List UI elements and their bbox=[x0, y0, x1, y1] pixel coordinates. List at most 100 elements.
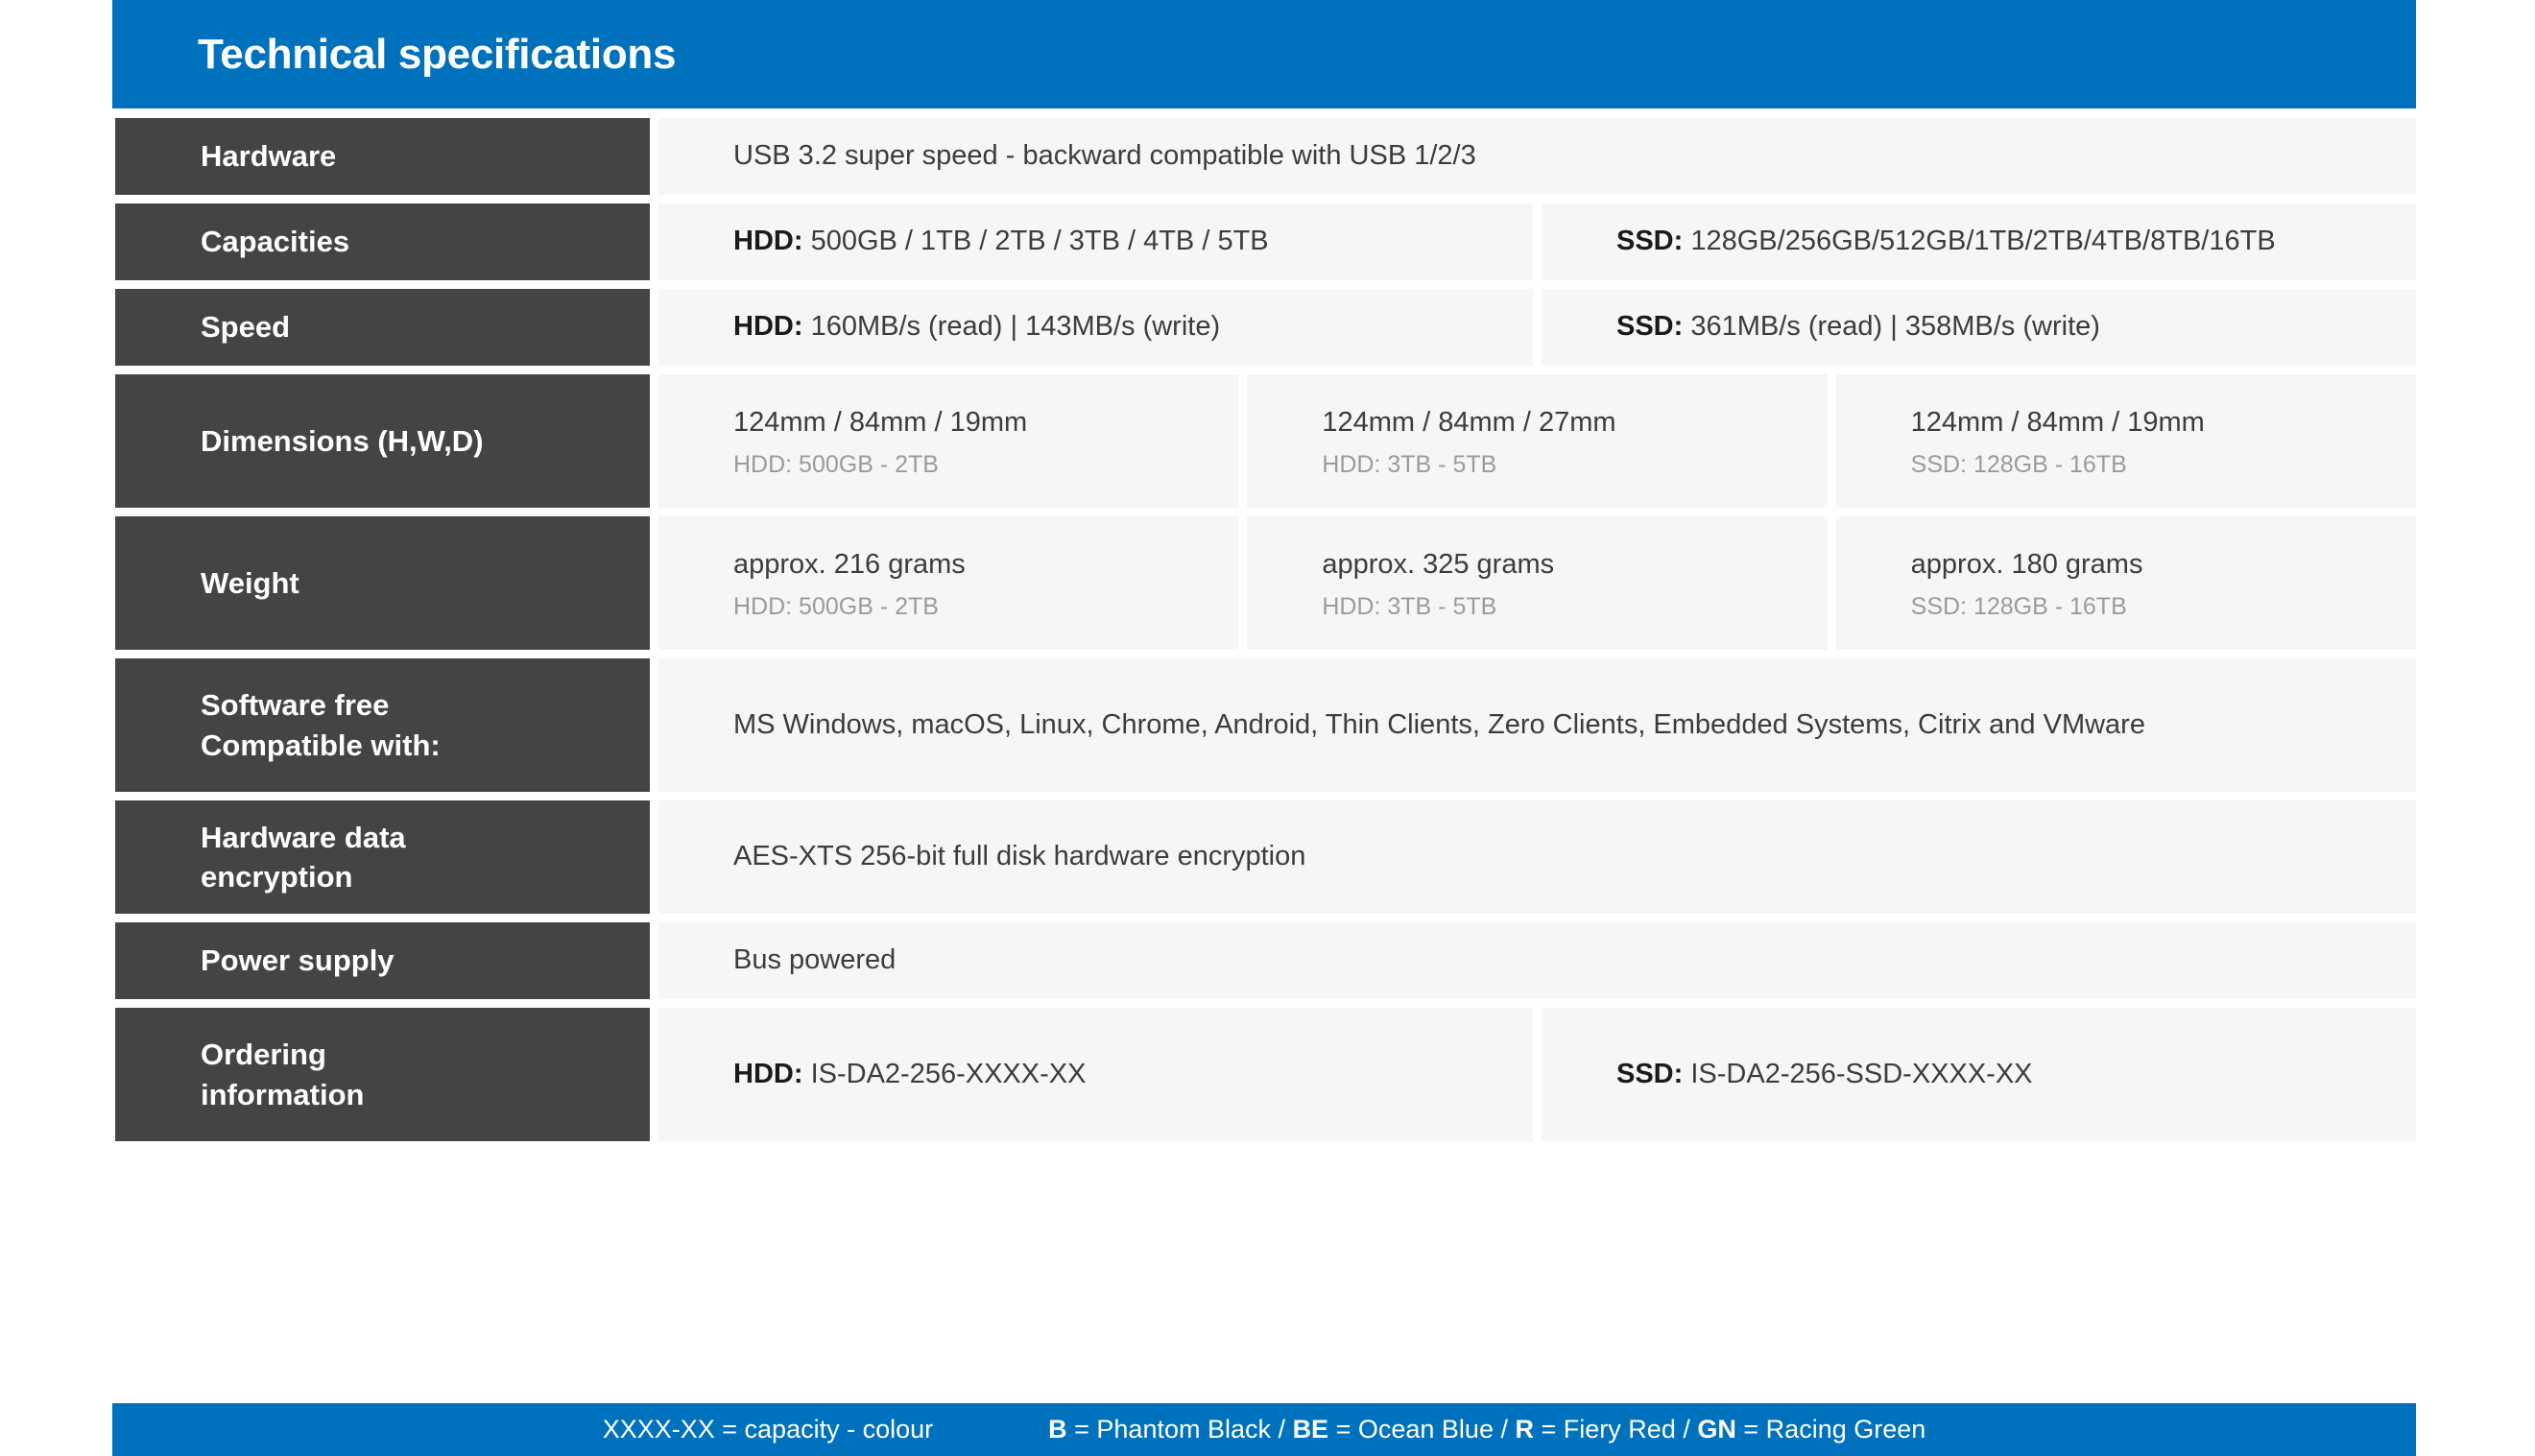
colour-code-r: R bbox=[1515, 1415, 1535, 1444]
value-cell-ordering-ssd: SSD: IS-DA2-256-SSD-XXXX-XX bbox=[1542, 1008, 2416, 1141]
value-area: 124mm / 84mm / 19mm HDD: 500GB - 2TB 124… bbox=[658, 374, 2416, 508]
speed-ssd: SSD: 361MB/s (read) | 358MB/s (write) bbox=[1616, 307, 2416, 346]
encryption-value: AES-XTS 256-bit full disk hardware encry… bbox=[733, 841, 1306, 872]
colour-code-b: B bbox=[1048, 1415, 1067, 1444]
value-area: MS Windows, macOS, Linux, Chrome, Androi… bbox=[658, 658, 2416, 792]
row-label-encryption: Hardware data encryption bbox=[115, 800, 650, 914]
label-line-2: information bbox=[201, 1077, 365, 1111]
label-text: Power supply bbox=[201, 943, 395, 978]
value-cell-power: Bus powered bbox=[658, 922, 2416, 999]
dimensions-sublabel: SSD: 128GB - 16TB bbox=[1910, 451, 2127, 479]
separator-2: / bbox=[1500, 1415, 1508, 1444]
page-title: Technical specifications bbox=[198, 30, 677, 78]
table-row-speed: Speed HDD: 160MB/s (read) | 143MB/s (wri… bbox=[115, 289, 2416, 366]
ssd-prefix: SSD: bbox=[1616, 1058, 1684, 1089]
hdd-value: 500GB / 1TB / 2TB / 3TB / 4TB / 5TB bbox=[810, 226, 1269, 257]
table-row-hardware: Hardware USB 3.2 super speed - backward … bbox=[115, 118, 2416, 195]
value-area: AES-XTS 256-bit full disk hardware encry… bbox=[658, 800, 2416, 914]
label-text: Hardware bbox=[201, 139, 337, 174]
colour-name-r: = Fiery Red bbox=[1541, 1415, 1676, 1444]
capacities-hdd: HDD: 500GB / 1TB / 2TB / 3TB / 4TB / 5TB bbox=[733, 222, 1533, 261]
label-text: Weight bbox=[201, 565, 299, 600]
value-cell-dimensions-3: 124mm / 84mm / 19mm SSD: 128GB - 16TB bbox=[1835, 374, 2416, 508]
weight-value: approx. 180 grams bbox=[1910, 548, 2143, 580]
colour-name-b: = Phantom Black bbox=[1074, 1415, 1272, 1444]
separator-1: / bbox=[1278, 1415, 1286, 1444]
table-row-software: Software free Compatible with: MS Windows… bbox=[115, 658, 2416, 792]
value-area: Bus powered bbox=[658, 922, 2416, 999]
footer-capacity-note: XXXX-XX = capacity - colour bbox=[602, 1415, 934, 1444]
colour-name-gn: = Racing Green bbox=[1743, 1415, 1926, 1444]
value-cell-dimensions-1: 124mm / 84mm / 19mm HDD: 500GB - 2TB bbox=[658, 374, 1239, 508]
weight-sublabel: HDD: 3TB - 5TB bbox=[1322, 593, 1497, 621]
separator-3: / bbox=[1683, 1415, 1690, 1444]
row-label-power: Power supply bbox=[115, 922, 650, 999]
colour-name-be: = Ocean Blue bbox=[1335, 1415, 1494, 1444]
label-text: Ordering information bbox=[201, 1035, 365, 1113]
hdd-prefix: HDD: bbox=[733, 1058, 803, 1089]
value-cell-weight-2: approx. 325 grams HDD: 3TB - 5TB bbox=[1247, 516, 1828, 650]
value-cell-speed-ssd: SSD: 361MB/s (read) | 358MB/s (write) bbox=[1542, 289, 2416, 366]
value-cell-capacities-ssd: SSD: 128GB/256GB/512GB/1TB/2TB/4TB/8TB/1… bbox=[1542, 203, 2416, 280]
value-cell-speed-hdd: HDD: 160MB/s (read) | 143MB/s (write) bbox=[658, 289, 1533, 366]
technical-specifications-sheet: Technical specifications Hardware USB 3.… bbox=[0, 0, 2535, 1456]
row-label-capacities: Capacities bbox=[115, 203, 650, 280]
value-cell-ordering-hdd: HDD: IS-DA2-256-XXXX-XX bbox=[658, 1008, 1533, 1141]
footer-bar: XXXX-XX = capacity - colour B = Phantom … bbox=[112, 1403, 2416, 1456]
table-row-dimensions: Dimensions (H,W,D) 124mm / 84mm / 19mm H… bbox=[115, 374, 2416, 508]
dimensions-value: 124mm / 84mm / 27mm bbox=[1322, 406, 1616, 438]
ordering-hdd: HDD: IS-DA2-256-XXXX-XX bbox=[733, 1055, 1533, 1094]
dimensions-value: 124mm / 84mm / 19mm bbox=[1910, 406, 2205, 438]
value-cell-hardware: USB 3.2 super speed - backward compatibl… bbox=[658, 118, 2416, 195]
weight-value: approx. 325 grams bbox=[1322, 548, 1555, 580]
dimensions-sublabel: HDD: 3TB - 5TB bbox=[1322, 451, 1497, 479]
row-label-ordering: Ordering information bbox=[115, 1008, 650, 1141]
value-area: USB 3.2 super speed - backward compatibl… bbox=[658, 118, 2416, 195]
row-label-software: Software free Compatible with: bbox=[115, 658, 650, 792]
speed-hdd: HDD: 160MB/s (read) | 143MB/s (write) bbox=[733, 307, 1533, 346]
table-row-ordering: Ordering information HDD: IS-DA2-256-XXXX… bbox=[115, 1008, 2416, 1141]
specifications-table: Hardware USB 3.2 super speed - backward … bbox=[115, 118, 2416, 1150]
dimensions-value: 124mm / 84mm / 19mm bbox=[733, 406, 1028, 438]
value-area: approx. 216 grams HDD: 500GB - 2TB appro… bbox=[658, 516, 2416, 650]
value-cell-weight-1: approx. 216 grams HDD: 500GB - 2TB bbox=[658, 516, 1239, 650]
value-area: HDD: 160MB/s (read) | 143MB/s (write) SS… bbox=[658, 289, 2416, 366]
row-label-weight: Weight bbox=[115, 516, 650, 650]
hardware-value: USB 3.2 super speed - backward compatibl… bbox=[733, 140, 1476, 172]
weight-sublabel: SSD: 128GB - 16TB bbox=[1910, 593, 2127, 621]
power-value: Bus powered bbox=[733, 944, 897, 976]
row-label-speed: Speed bbox=[115, 289, 650, 366]
label-line-1: Ordering bbox=[201, 1038, 326, 1072]
label-line-2: encryption bbox=[201, 860, 353, 894]
value-area: HDD: IS-DA2-256-XXXX-XX SSD: IS-DA2-256-… bbox=[658, 1008, 2416, 1141]
dimensions-sublabel: HDD: 500GB - 2TB bbox=[733, 451, 939, 479]
value-area: HDD: 500GB / 1TB / 2TB / 3TB / 4TB / 5TB… bbox=[658, 203, 2416, 280]
row-label-hardware: Hardware bbox=[115, 118, 650, 195]
ssd-value: IS-DA2-256-SSD-XXXX-XX bbox=[1690, 1058, 2033, 1089]
label-text: Speed bbox=[201, 310, 291, 345]
row-label-dimensions: Dimensions (H,W,D) bbox=[115, 374, 650, 508]
label-text: Dimensions (H,W,D) bbox=[201, 423, 484, 458]
table-row-weight: Weight approx. 216 grams HDD: 500GB - 2T… bbox=[115, 516, 2416, 650]
value-cell-software: MS Windows, macOS, Linux, Chrome, Androi… bbox=[658, 658, 2416, 792]
value-cell-dimensions-2: 124mm / 84mm / 27mm HDD: 3TB - 5TB bbox=[1247, 374, 1828, 508]
value-cell-capacities-hdd: HDD: 500GB / 1TB / 2TB / 3TB / 4TB / 5TB bbox=[658, 203, 1533, 280]
label-line-1: Software free bbox=[201, 688, 390, 723]
weight-sublabel: HDD: 500GB - 2TB bbox=[733, 593, 939, 621]
ssd-value: 128GB/256GB/512GB/1TB/2TB/4TB/8TB/16TB bbox=[1690, 226, 2276, 257]
label-text: Software free Compatible with: bbox=[201, 685, 441, 764]
hdd-value: IS-DA2-256-XXXX-XX bbox=[810, 1058, 1087, 1089]
colour-code-be: BE bbox=[1292, 1415, 1329, 1444]
table-row-power: Power supply Bus powered bbox=[115, 922, 2416, 999]
ssd-prefix: SSD: bbox=[1616, 311, 1684, 343]
value-cell-encryption: AES-XTS 256-bit full disk hardware encry… bbox=[658, 800, 2416, 914]
label-line-2: Compatible with: bbox=[201, 728, 441, 762]
label-line-1: Hardware data bbox=[201, 820, 406, 854]
hdd-prefix: HDD: bbox=[733, 311, 803, 343]
ssd-value: 361MB/s (read) | 358MB/s (write) bbox=[1690, 311, 2100, 343]
table-row-encryption: Hardware data encryption AES-XTS 256-bit … bbox=[115, 800, 2416, 914]
footer-colour-key: B = Phantom Black / BE = Ocean Blue / R … bbox=[1048, 1415, 1925, 1444]
weight-value: approx. 216 grams bbox=[733, 548, 966, 580]
hdd-value: 160MB/s (read) | 143MB/s (write) bbox=[810, 311, 1221, 343]
header-bar: Technical specifications bbox=[112, 0, 2416, 108]
